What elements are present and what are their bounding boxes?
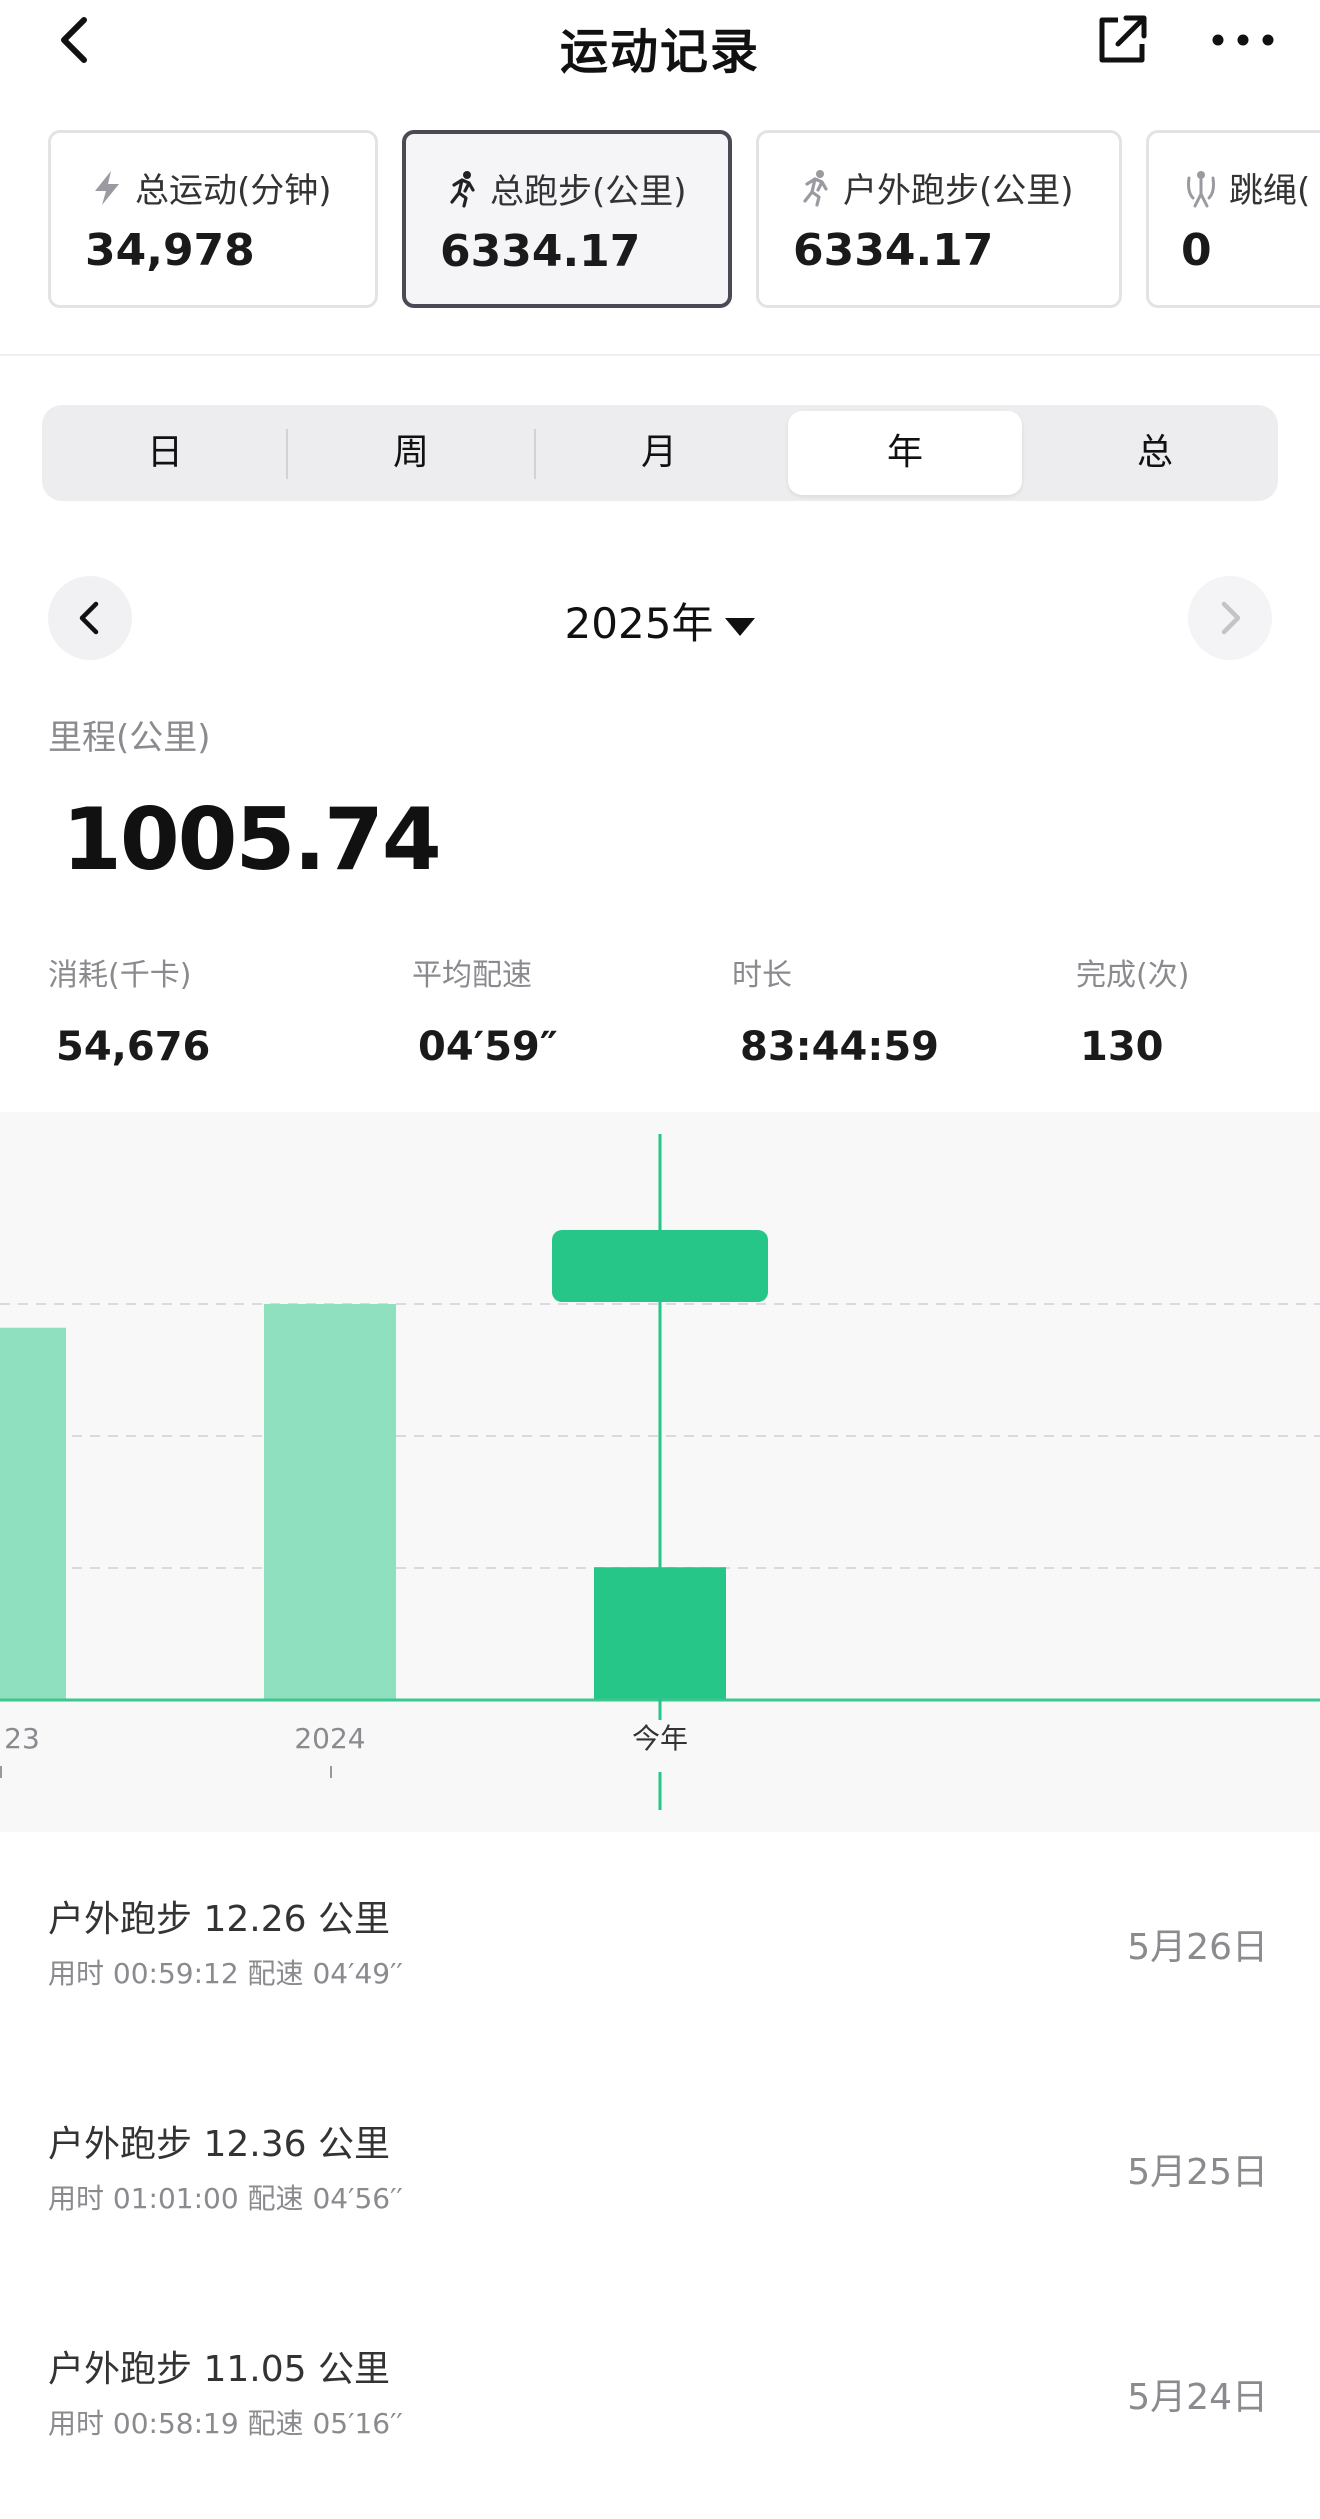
record-detail: 用时 00:58:19 配速 05′16′′ bbox=[48, 2407, 403, 2440]
summary-card-total-running[interactable]: 总跑步(公里) 6334.17 bbox=[402, 130, 732, 308]
more-button[interactable] bbox=[1208, 18, 1278, 62]
card-value: 6334.17 bbox=[440, 226, 641, 277]
chart-svg: 23 2024 今年 bbox=[0, 1134, 1320, 1810]
distance-bar-chart[interactable]: 23 2024 今年 bbox=[0, 1112, 1320, 1832]
distance-label: 里程(公里) bbox=[48, 718, 211, 758]
share-button[interactable] bbox=[1094, 12, 1150, 68]
record-date: 5月25日 bbox=[1127, 2152, 1268, 2193]
bar-1 bbox=[264, 1304, 396, 1700]
record-title: 户外跑步 12.36 公里 bbox=[48, 2124, 390, 2165]
tab-total[interactable]: 总 bbox=[1038, 411, 1272, 495]
share-external-icon bbox=[1099, 15, 1147, 63]
caret-down-icon bbox=[725, 617, 756, 636]
divider bbox=[0, 354, 1320, 356]
card-label: 户外跑步(公里) bbox=[843, 171, 1074, 211]
tab-separator bbox=[286, 429, 288, 479]
card-label: 总运动(分钟) bbox=[135, 171, 332, 211]
year-selector[interactable]: 2025年 bbox=[0, 590, 1320, 651]
list-item[interactable]: 户外跑步 12.26 公里 用时 00:59:12 配速 04′49′′ 5月2… bbox=[0, 1890, 1320, 2090]
bar-0 bbox=[0, 1327, 66, 1700]
card-label: 跳绳( bbox=[1229, 171, 1311, 211]
selection-tooltip bbox=[552, 1230, 768, 1302]
stat-label: 消耗(千卡) bbox=[48, 958, 192, 993]
record-date: 5月26日 bbox=[1127, 1927, 1268, 1968]
stat-value: 130 bbox=[1080, 1024, 1164, 1070]
record-detail: 用时 01:01:00 配速 04′56′′ bbox=[48, 2182, 403, 2215]
tab-separator bbox=[534, 429, 536, 479]
next-period-button[interactable] bbox=[1188, 576, 1272, 660]
stat-label: 完成(次) bbox=[1076, 958, 1190, 993]
card-value: 34,978 bbox=[85, 225, 255, 276]
tab-week[interactable]: 周 bbox=[294, 411, 528, 495]
top-bar: 运动记录 bbox=[0, 0, 1320, 90]
jump-rope-icon bbox=[1187, 170, 1215, 207]
record-detail: 用时 00:59:12 配速 04′49′′ bbox=[48, 1957, 403, 1990]
card-value: 6334.17 bbox=[793, 225, 994, 276]
selected-year: 2025年 bbox=[564, 599, 714, 648]
distance-value: 1005.74 bbox=[62, 790, 442, 890]
card-label: 总跑步(公里) bbox=[490, 172, 687, 212]
card-value: 0 bbox=[1181, 225, 1212, 276]
stat-value: 54,676 bbox=[56, 1024, 211, 1070]
more-dots-icon bbox=[1212, 34, 1274, 46]
stat-completed: 完成(次) 130 bbox=[1076, 950, 1189, 1070]
summary-card-jump-rope[interactable]: 跳绳( 0 bbox=[1146, 130, 1320, 308]
summary-card-outdoor-running[interactable]: 户外跑步(公里) 6334.17 bbox=[756, 130, 1122, 308]
stat-label: 时长 bbox=[732, 958, 792, 993]
lightning-icon bbox=[95, 170, 119, 205]
record-title: 户外跑步 11.05 公里 bbox=[48, 2349, 390, 2390]
list-item[interactable]: 户外跑步 11.05 公里 用时 00:58:19 配速 05′16′′ 5月2… bbox=[0, 2340, 1320, 2519]
stat-value: 04′59″ bbox=[418, 1024, 558, 1070]
tab-day[interactable]: 日 bbox=[48, 411, 282, 495]
stat-average-pace: 平均配速 04′59″ bbox=[412, 950, 558, 1070]
summary-cards: 总运动(分钟) 34,978 总跑步(公里) 6334.17 户外跑步(公里) … bbox=[0, 130, 1320, 310]
summary-card-total-exercise[interactable]: 总运动(分钟) 34,978 bbox=[48, 130, 378, 308]
chevron-right-icon bbox=[1221, 601, 1241, 635]
record-title: 户外跑步 12.26 公里 bbox=[48, 1899, 390, 1940]
stat-label: 平均配速 bbox=[412, 958, 532, 993]
x-tick-label: 23 bbox=[4, 1722, 40, 1755]
stat-value: 83:44:59 bbox=[740, 1024, 939, 1070]
tab-year[interactable]: 年 bbox=[788, 411, 1022, 495]
running-icon bbox=[803, 169, 828, 207]
tab-month[interactable]: 月 bbox=[542, 411, 776, 495]
stat-duration: 时长 83:44:59 bbox=[732, 950, 939, 1070]
x-tick-label: 今年 bbox=[632, 1722, 688, 1755]
stat-calories: 消耗(千卡) 54,676 bbox=[48, 950, 210, 1070]
list-item[interactable]: 户外跑步 12.36 公里 用时 01:01:00 配速 04′56′′ 5月2… bbox=[0, 2115, 1320, 2315]
period-tabs: 日 周 月 年 总 bbox=[42, 405, 1278, 501]
record-date: 5月24日 bbox=[1127, 2377, 1268, 2418]
running-icon bbox=[450, 170, 475, 208]
x-tick-label: 2024 bbox=[294, 1722, 365, 1755]
